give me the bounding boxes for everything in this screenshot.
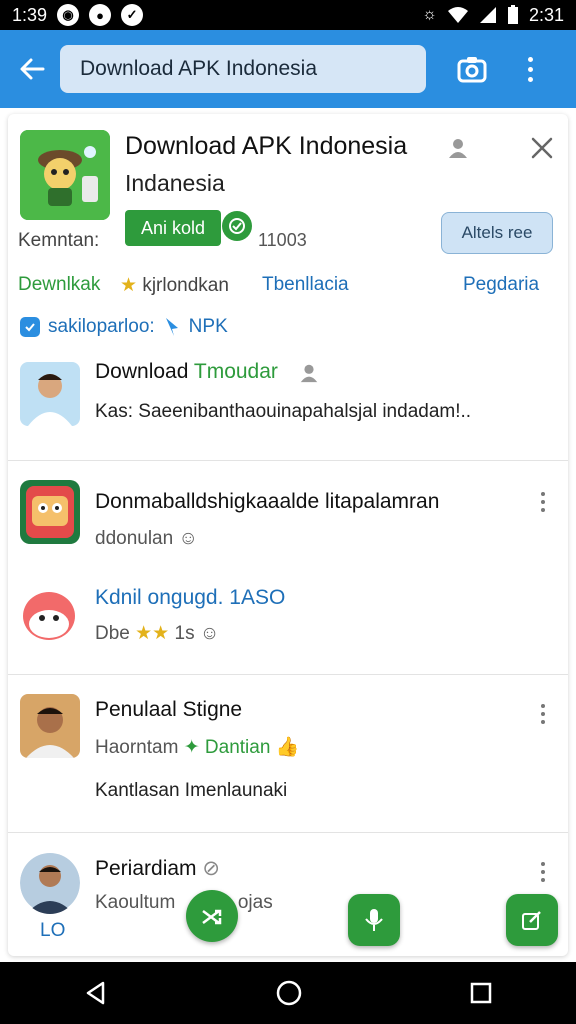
item-body: Kas: Saeenibanthaouinapahalsjal indadam!… <box>95 401 472 422</box>
battery-icon <box>507 5 518 24</box>
voice-button[interactable] <box>348 894 400 946</box>
app-bar: Download APK Indonesia <box>0 30 576 108</box>
shuffle-icon <box>202 909 222 925</box>
back-button[interactable] <box>12 49 52 89</box>
avatar[interactable] <box>20 480 80 544</box>
edit-button[interactable] <box>506 894 558 946</box>
meta-label: Kemntan: <box>18 230 100 251</box>
link-download[interactable]: Dewnlkak <box>18 274 100 296</box>
item-footer: LO <box>40 920 66 941</box>
verify-row[interactable]: sakiloparloo: NPK <box>20 316 228 338</box>
verified-badge-icon <box>222 211 252 241</box>
item-body: Kantlasan Imenlaunaki <box>95 780 288 801</box>
home-nav-icon[interactable] <box>275 979 303 1007</box>
verify-badge: NPK <box>188 316 228 337</box>
checkbox-icon <box>20 317 40 337</box>
wifi-icon <box>447 7 468 23</box>
divider <box>8 674 568 675</box>
app-icon[interactable] <box>20 130 110 220</box>
camera-icon <box>457 57 487 83</box>
install-button[interactable]: Ani kold <box>125 210 221 246</box>
search-query: Download APK Indonesia <box>80 57 317 80</box>
download-count: 11003 <box>258 230 307 250</box>
status-time-right: 2:31 <box>528 4 564 25</box>
vibrate-icon: ☼ <box>422 6 437 23</box>
item-menu-button[interactable] <box>540 492 546 512</box>
person-icon <box>449 139 467 158</box>
item-subtitle: ddonulan ☺ <box>95 528 198 549</box>
status-bar: 1:39 ◉ ● ✓ ☼ 2:31 <box>0 0 576 30</box>
smiley-icon: ☺ <box>199 623 220 644</box>
star-icon: ★ <box>120 275 138 296</box>
link-more[interactable]: Pegdaria <box>463 274 539 296</box>
status-time-left: 1:39 <box>12 4 48 25</box>
edit-icon <box>522 911 541 930</box>
bird-icon: ✓ <box>121 4 144 26</box>
item-title[interactable]: Periardiam ⊘ <box>95 856 220 881</box>
item-title[interactable]: Download Tmoudar <box>95 360 278 384</box>
item-subtitle: Dbe ★★ 1s ☺ <box>95 623 220 644</box>
item-title[interactable]: Kdnil ongugd. 1ASO <box>95 586 285 610</box>
item-title[interactable]: Penulaal Stigne <box>95 698 242 722</box>
chat-icon: ● <box>89 4 112 26</box>
more-options-button[interactable] <box>518 49 542 89</box>
avatar[interactable] <box>20 852 80 914</box>
avatar[interactable] <box>22 586 76 646</box>
divider <box>8 832 568 833</box>
app-title: Download APK Indonesia <box>125 132 408 160</box>
link-region[interactable]: Tbenllacia <box>262 274 349 296</box>
arrow-left-icon <box>20 58 45 80</box>
tag-icon <box>165 318 178 336</box>
secondary-button[interactable]: Altels ree <box>441 212 553 254</box>
link-icon: ⊘ <box>202 857 220 880</box>
notification-icon: ◉ <box>57 4 80 26</box>
avatar[interactable] <box>20 362 80 426</box>
android-icon: ✦ <box>183 737 200 758</box>
item-subtitle: Haorntam ✦ Dantian 👍 <box>95 737 300 758</box>
divider <box>8 460 568 461</box>
smiley-icon: ☺ <box>178 528 198 549</box>
item-subtitle: Kaoultum ojas <box>95 892 273 913</box>
search-input[interactable]: Download APK Indonesia <box>60 45 426 93</box>
rating-stars-icon: ★★ <box>135 623 170 644</box>
close-icon[interactable] <box>528 134 556 162</box>
verify-text: sakiloparloo: <box>48 316 155 337</box>
microphone-icon <box>365 909 383 931</box>
navigation-bar <box>0 962 576 1024</box>
link-category[interactable]: ★ kjrlondkan <box>120 274 229 297</box>
back-nav-icon[interactable] <box>83 980 109 1006</box>
share-button[interactable] <box>186 890 238 942</box>
link-category-label: kjrlondkan <box>142 275 229 296</box>
thumbs-up-icon: 👍 <box>275 737 300 758</box>
item-menu-button[interactable] <box>540 862 546 882</box>
item-menu-button[interactable] <box>540 704 546 724</box>
results-card: Download APK Indonesia Indanesia Ani kol… <box>8 114 568 956</box>
app-subtitle: Indanesia <box>125 170 225 196</box>
person-icon <box>300 364 318 383</box>
item-title[interactable]: Donmaballdshigkaaalde litapalamran <box>95 490 439 514</box>
recents-nav-icon[interactable] <box>469 981 493 1005</box>
avatar[interactable] <box>20 694 80 758</box>
signal-icon <box>479 7 496 23</box>
camera-button[interactable] <box>452 49 492 89</box>
item-title-tag: Tmoudar <box>193 360 278 383</box>
